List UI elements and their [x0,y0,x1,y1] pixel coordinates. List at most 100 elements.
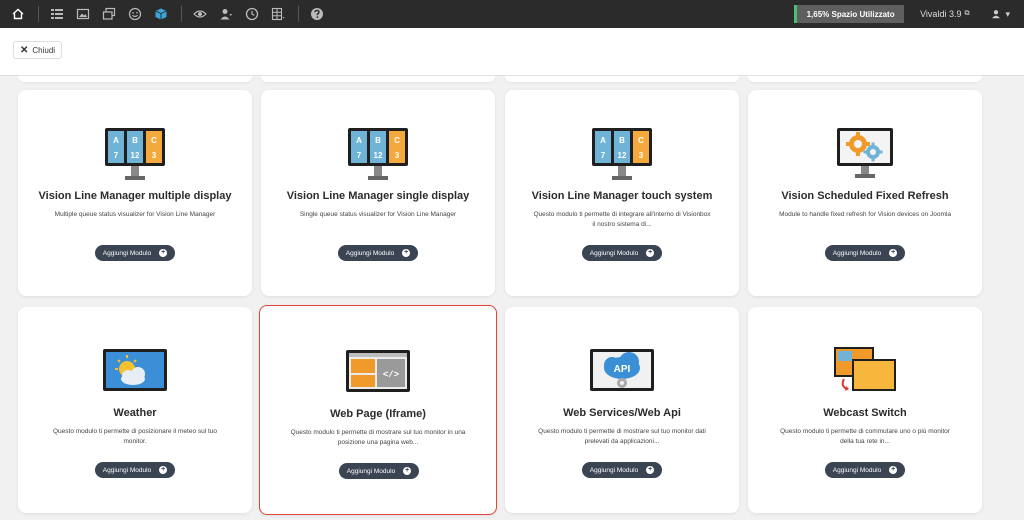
help-icon[interactable] [307,4,327,24]
module-title: Weather [113,407,157,419]
queue-letter: A [356,136,362,145]
module-card-selected[interactable]: </> Web Page (Iframe) Questo modulo ti p… [259,305,497,515]
queue-number: 7 [114,151,119,160]
queue-number: 7 [357,151,362,160]
gears-monitor-icon [748,126,982,182]
external-link-icon: ⧉ [964,10,970,17]
close-button-label: Chiudi [32,45,56,55]
module-description: Multiple queue status visualizer for Vis… [54,211,216,218]
queue-monitor-icon: A B C 7 12 3 [505,126,739,182]
modal-header: ✕ Chiudi [0,28,1024,76]
queue-letter: C [638,136,644,145]
add-module-button[interactable]: Aggiungi Modulo + [95,245,175,261]
module-title: Vision Line Manager multiple display [38,190,232,202]
plus-circle-icon: + [403,467,412,475]
box-icon[interactable] [151,4,171,24]
module-card[interactable]: Webcast Switch Questo modulo ti permette… [748,307,982,513]
queue-monitor-icon: A B C 7 12 3 [18,126,252,182]
add-module-button[interactable]: Aggiungi Modulo + [582,462,662,478]
toolbar-divider [181,6,182,22]
plus-circle-icon: + [889,249,898,257]
module-card-partial [748,76,982,82]
webcast-switch-icon [748,343,982,399]
queue-number: 12 [131,151,140,160]
image-icon[interactable] [73,4,93,24]
add-module-label: Aggiungi Modulo [832,466,882,474]
users-icon[interactable] [216,4,236,24]
module-card[interactable]: Vision Scheduled Fixed Refresh Module to… [748,90,982,296]
queue-monitor-icon: A B C 7 12 3 [261,126,495,182]
plus-circle-icon: + [646,249,655,257]
top-toolbar: 1,65% Spazio Utilizzato Vivaldi 3.9 ⧉ ▾ [0,0,1024,28]
queue-letter: A [113,136,119,145]
toolbar-divider [298,6,299,22]
module-card-partial [18,76,252,82]
module-description: Single queue status visualizer for Visio… [299,211,457,218]
queue-letter: B [132,136,138,145]
user-menu[interactable]: ▾ [991,9,1010,20]
plus-circle-icon: + [646,466,655,474]
add-module-button[interactable]: Aggiungi Modulo + [825,245,905,261]
add-module-label: Aggiungi Modulo [589,249,639,257]
module-title: Webcast Switch [823,407,907,419]
module-title: Vision Line Manager single display [286,190,470,202]
queue-number: 3 [395,151,400,160]
add-module-label: Aggiungi Modulo [345,249,395,257]
queue-number: 3 [152,151,157,160]
api-monitor-icon: API [505,343,739,399]
close-button[interactable]: ✕ Chiudi [13,41,63,59]
add-module-label: Aggiungi Modulo [102,466,152,474]
close-icon: ✕ [20,44,29,56]
windows-icon[interactable] [99,4,119,24]
add-module-label: Aggiungi Modulo [102,249,152,257]
module-description: Module to handle fixed refresh for Visio… [779,211,951,218]
grid-icon[interactable] [268,4,288,24]
module-title: Vision Scheduled Fixed Refresh [781,190,949,202]
list-icon[interactable] [47,4,67,24]
module-card[interactable]: API Web Services/Web Api Questo modulo t… [505,307,739,513]
module-card[interactable]: A B C 7 12 3 Vision Line Manager touch s… [505,90,739,296]
queue-letter: C [394,136,400,145]
queue-letter: B [375,136,381,145]
api-label: API [614,364,631,375]
plus-circle-icon: + [159,466,168,474]
add-module-label: Aggiungi Modulo [832,249,882,257]
add-module-button[interactable]: Aggiungi Modulo + [338,245,418,261]
add-module-label: Aggiungi Modulo [346,467,396,475]
module-description: Questo modulo ti permette di posizionare… [52,428,218,445]
webpage-monitor-icon: </> [260,344,496,400]
plus-circle-icon: + [402,249,411,257]
storage-usage-indicator: 1,65% Spazio Utilizzato [794,5,905,23]
smile-icon[interactable] [125,4,145,24]
module-card[interactable]: Weather Questo modulo ti permette di pos… [18,307,252,513]
module-description: Questo modulo ti permette di commutare u… [780,428,950,445]
module-card[interactable]: A B C 7 12 3 Vision Line Manager multipl… [18,90,252,296]
queue-number: 3 [639,151,644,160]
queue-letter: C [151,136,157,145]
add-module-button[interactable]: Aggiungi Modulo + [95,462,175,478]
add-module-button[interactable]: Aggiungi Modulo + [825,462,905,478]
queue-letter: A [600,136,606,145]
module-title: Web Page (Iframe) [330,408,426,420]
plus-circle-icon: + [159,249,168,257]
module-title: Vision Line Manager touch system [531,190,713,202]
module-description: Questo modulo ti permette di integrare a… [533,211,711,228]
queue-number: 12 [374,151,383,160]
module-card[interactable]: A B C 7 12 3 Vision Line Manager single … [261,90,495,296]
plus-circle-icon: + [889,466,898,474]
queue-letter: B [619,136,625,145]
queue-number: 7 [601,151,606,160]
eye-icon[interactable] [190,4,210,24]
version-link[interactable]: Vivaldi 3.9 ⧉ [920,9,969,19]
code-glyph: </> [383,370,399,380]
add-module-button[interactable]: Aggiungi Modulo + [582,245,662,261]
toolbar-divider [38,6,39,22]
module-description: Questo modulo ti permette di mostrare su… [290,429,466,446]
weather-monitor-icon [18,343,252,399]
module-title: Web Services/Web Api [563,407,681,419]
clock-icon[interactable] [242,4,262,24]
chevron-down-icon: ▾ [1005,8,1010,19]
add-module-button[interactable]: Aggiungi Modulo + [339,463,419,479]
home-icon[interactable] [8,4,28,24]
module-card-partial [505,76,739,82]
